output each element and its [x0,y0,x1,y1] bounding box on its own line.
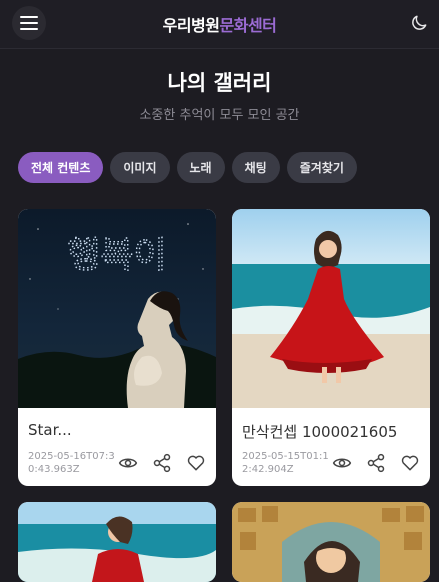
share-icon[interactable] [152,453,172,473]
heart-icon[interactable] [186,453,206,473]
filter-song[interactable]: 노래 [176,152,225,183]
brand-part2: 문화센터 [219,16,277,35]
filter-image[interactable]: 이미지 [110,152,170,183]
filter-chips: 전체 컨텐츠 이미지 노래 채팅 즐겨찾기 [18,152,357,183]
brand-title[interactable]: 우리병원문화센터 [0,12,439,36]
eye-icon[interactable] [332,453,352,473]
gallery-card[interactable] [18,502,216,582]
moon-icon[interactable] [409,13,429,33]
gallery-card[interactable]: 행복이 Star... 2025-05-16T07:30:43.963Z [18,209,216,486]
card-actions [118,453,206,473]
page-title: 나의 갤러리 [167,71,272,95]
card-image-text: 행복이 [67,235,166,276]
brand-part1: 우리병원 [162,16,220,35]
share-icon[interactable] [366,453,386,473]
card-title: 만삭컨셉 1000021605 [242,423,398,441]
card-image [232,502,430,582]
filter-chat[interactable]: 채팅 [231,152,280,183]
gallery-card[interactable] [232,502,430,582]
page-subtitle: 소중한 추억이 모두 모인 공간 [139,108,300,123]
card-image [18,502,216,582]
eye-icon[interactable] [118,453,138,473]
top-app-bar: 우리병원문화센터 [0,0,439,49]
filter-favorites[interactable]: 즐겨찾기 [286,152,357,183]
card-date: 2025-05-15T01:12:42.904Z [242,451,329,475]
card-image: 행복이 [18,209,216,408]
card-title: Star... [28,421,72,439]
gallery-card[interactable]: 만삭컨셉 1000021605 2025-05-15T01:12:42.904Z [232,209,430,486]
filter-all[interactable]: 전체 컨텐츠 [18,152,104,183]
card-date: 2025-05-16T07:30:43.963Z [28,451,115,475]
card-image [232,209,430,408]
heart-icon[interactable] [400,453,420,473]
card-actions [332,453,420,473]
